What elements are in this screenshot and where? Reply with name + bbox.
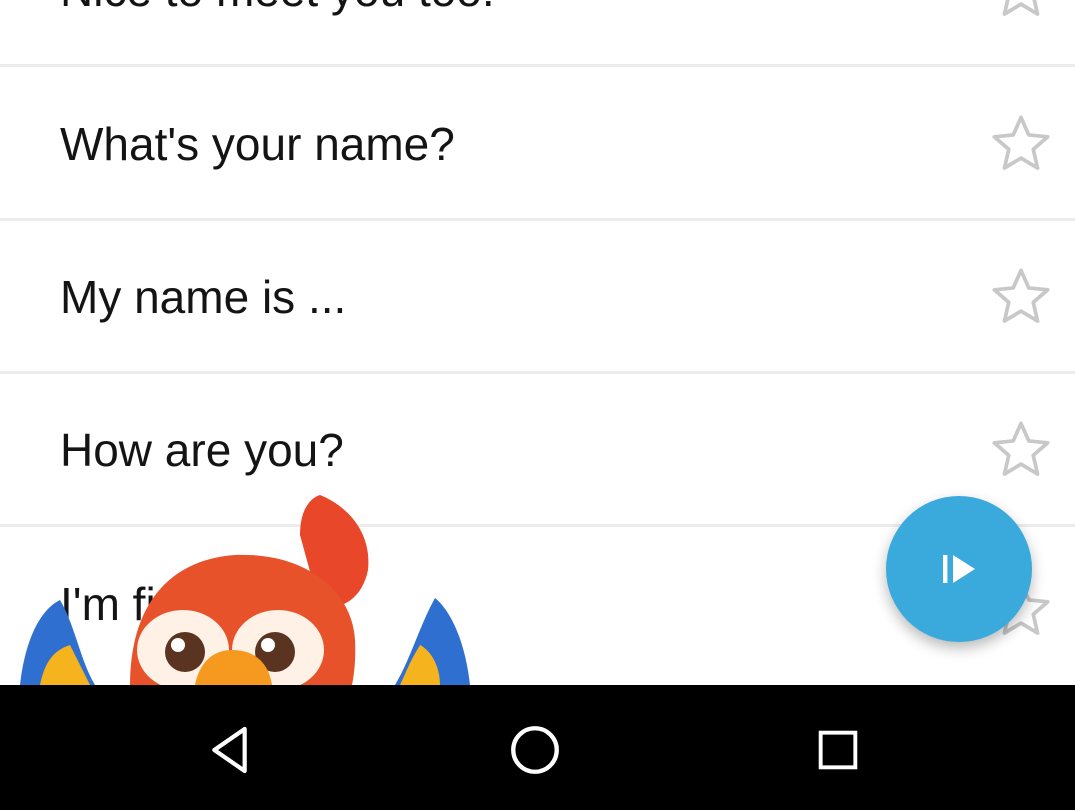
recents-square-icon — [818, 730, 858, 770]
phrase-text: Nice to meet you too. — [60, 0, 495, 17]
star-outline-icon[interactable] — [989, 265, 1053, 329]
phrase-list: Nice to meet you too. What's your name? … — [0, 0, 1075, 685]
play-next-button[interactable] — [886, 496, 1032, 642]
nav-recents-button[interactable] — [793, 705, 883, 795]
play-next-icon — [943, 555, 975, 583]
back-triangle-icon — [212, 726, 247, 774]
phrase-text: How are you? — [60, 424, 344, 476]
nav-home-button[interactable] — [490, 705, 580, 795]
phrase-text: What's your name? — [60, 118, 455, 170]
list-item[interactable]: Nice to meet you too. — [0, 0, 1075, 67]
star-outline-icon[interactable] — [989, 112, 1053, 176]
system-navigation-bar — [0, 685, 1075, 810]
nav-back-button[interactable] — [188, 705, 278, 795]
list-item[interactable]: My name is ... — [0, 223, 1075, 374]
star-outline-icon[interactable] — [989, 418, 1053, 482]
home-circle-icon — [511, 726, 559, 774]
list-item[interactable]: What's your name? — [0, 70, 1075, 221]
star-outline-icon[interactable] — [989, 0, 1053, 22]
phrase-text: My name is ... — [60, 271, 347, 323]
parrot-mascot — [20, 495, 470, 685]
